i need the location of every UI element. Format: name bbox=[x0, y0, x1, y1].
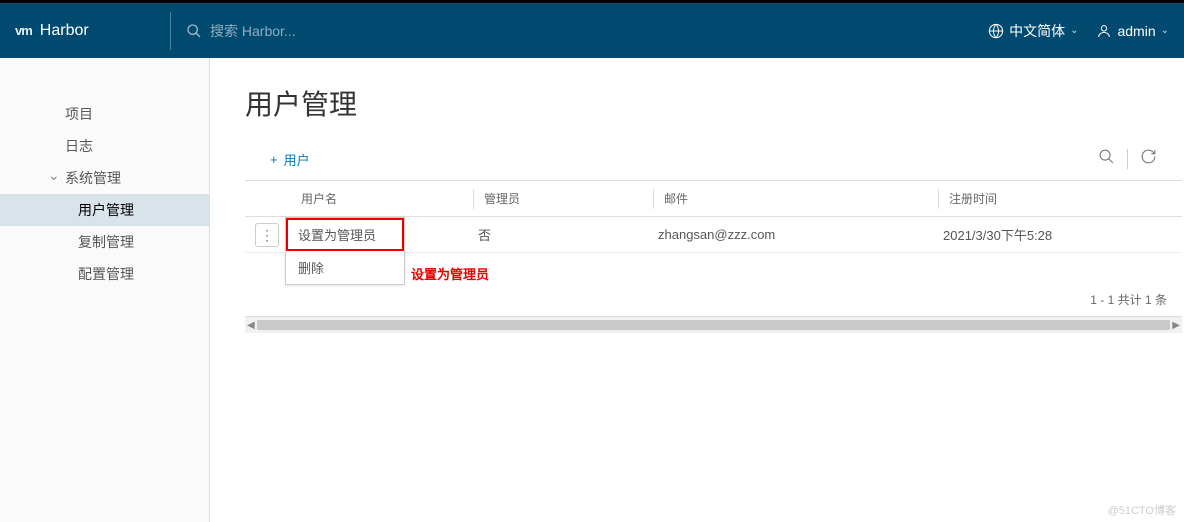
horizontal-scrollbar[interactable]: ◀ ▶ bbox=[245, 317, 1182, 333]
cell-admin: 否 bbox=[473, 225, 653, 244]
divider bbox=[170, 12, 171, 50]
chevron-down-icon: ⌄ bbox=[1161, 25, 1169, 36]
content: 用户管理 + 用户 bbox=[210, 58, 1184, 522]
logo-area: vm Harbor bbox=[15, 22, 170, 40]
sidebar-item-system[interactable]: 系统管理 bbox=[0, 162, 209, 194]
sidebar-item-projects[interactable]: 项目 bbox=[0, 98, 209, 130]
row-actions-menu: 设置为管理员 删除 bbox=[285, 217, 405, 285]
header: vm Harbor 中文简体 ⌄ admin ⌄ bbox=[0, 3, 1184, 58]
chevron-down-icon: ⌄ bbox=[1070, 25, 1078, 36]
sidebar-item-replication[interactable]: 复制管理 bbox=[0, 226, 209, 258]
app-name: Harbor bbox=[40, 22, 89, 40]
globe-icon bbox=[988, 23, 1004, 39]
toolbar-right bbox=[1098, 148, 1172, 170]
add-user-label: 用户 bbox=[284, 150, 310, 169]
search-input[interactable] bbox=[210, 23, 510, 39]
sidebar-item-config[interactable]: 配置管理 bbox=[0, 258, 209, 290]
col-header-admin[interactable]: 管理员 bbox=[473, 189, 653, 209]
filter-search-icon[interactable] bbox=[1098, 148, 1115, 170]
refresh-icon[interactable] bbox=[1140, 148, 1157, 170]
col-header-name[interactable]: 用户名 bbox=[289, 190, 473, 207]
col-header-email[interactable]: 邮件 bbox=[653, 189, 938, 209]
sidebar-item-logs[interactable]: 日志 bbox=[0, 130, 209, 162]
vmware-logo: vm bbox=[15, 23, 32, 38]
scroll-left-icon[interactable]: ◀ bbox=[247, 320, 255, 331]
user-label: admin bbox=[1117, 23, 1155, 39]
cell-email: zhangsan@zzz.com bbox=[653, 227, 938, 242]
scroll-right-icon[interactable]: ▶ bbox=[1172, 320, 1180, 331]
user-table: 用户名 管理员 邮件 注册时间 ⋮ 否 zhangsan@zzz.com 202… bbox=[245, 180, 1182, 333]
table-header: 用户名 管理员 邮件 注册时间 bbox=[245, 181, 1182, 217]
cell-time: 2021/3/30下午5:28 bbox=[938, 225, 1182, 244]
language-label: 中文简体 bbox=[1009, 21, 1065, 41]
sidebar: 项目 日志 系统管理 用户管理 复制管理 配置管理 bbox=[0, 58, 210, 522]
plus-icon: + bbox=[270, 152, 278, 167]
main: 项目 日志 系统管理 用户管理 复制管理 配置管理 用户管理 + 用户 bbox=[0, 58, 1184, 522]
sidebar-item-users[interactable]: 用户管理 bbox=[0, 194, 209, 226]
divider bbox=[1127, 149, 1128, 169]
pagination: 1 - 1 共计 1 条 bbox=[245, 281, 1182, 317]
search-icon bbox=[186, 23, 202, 39]
user-icon bbox=[1096, 23, 1112, 39]
user-menu[interactable]: admin ⌄ bbox=[1096, 23, 1169, 39]
page-title: 用户管理 bbox=[245, 83, 1182, 123]
scroll-track[interactable] bbox=[257, 320, 1171, 330]
search-area[interactable] bbox=[186, 23, 988, 39]
row-actions-button[interactable]: ⋮ bbox=[255, 223, 279, 247]
menu-set-admin[interactable]: 设置为管理员 bbox=[286, 218, 404, 251]
header-right: 中文简体 ⌄ admin ⌄ bbox=[988, 21, 1169, 41]
toolbar: + 用户 bbox=[245, 143, 1182, 180]
watermark: @51CTO博客 bbox=[1108, 502, 1176, 518]
col-header-time[interactable]: 注册时间 bbox=[938, 189, 1182, 209]
add-user-button[interactable]: + 用户 bbox=[270, 150, 310, 169]
menu-delete[interactable]: 删除 bbox=[286, 251, 404, 284]
language-selector[interactable]: 中文简体 ⌄ bbox=[988, 21, 1078, 41]
